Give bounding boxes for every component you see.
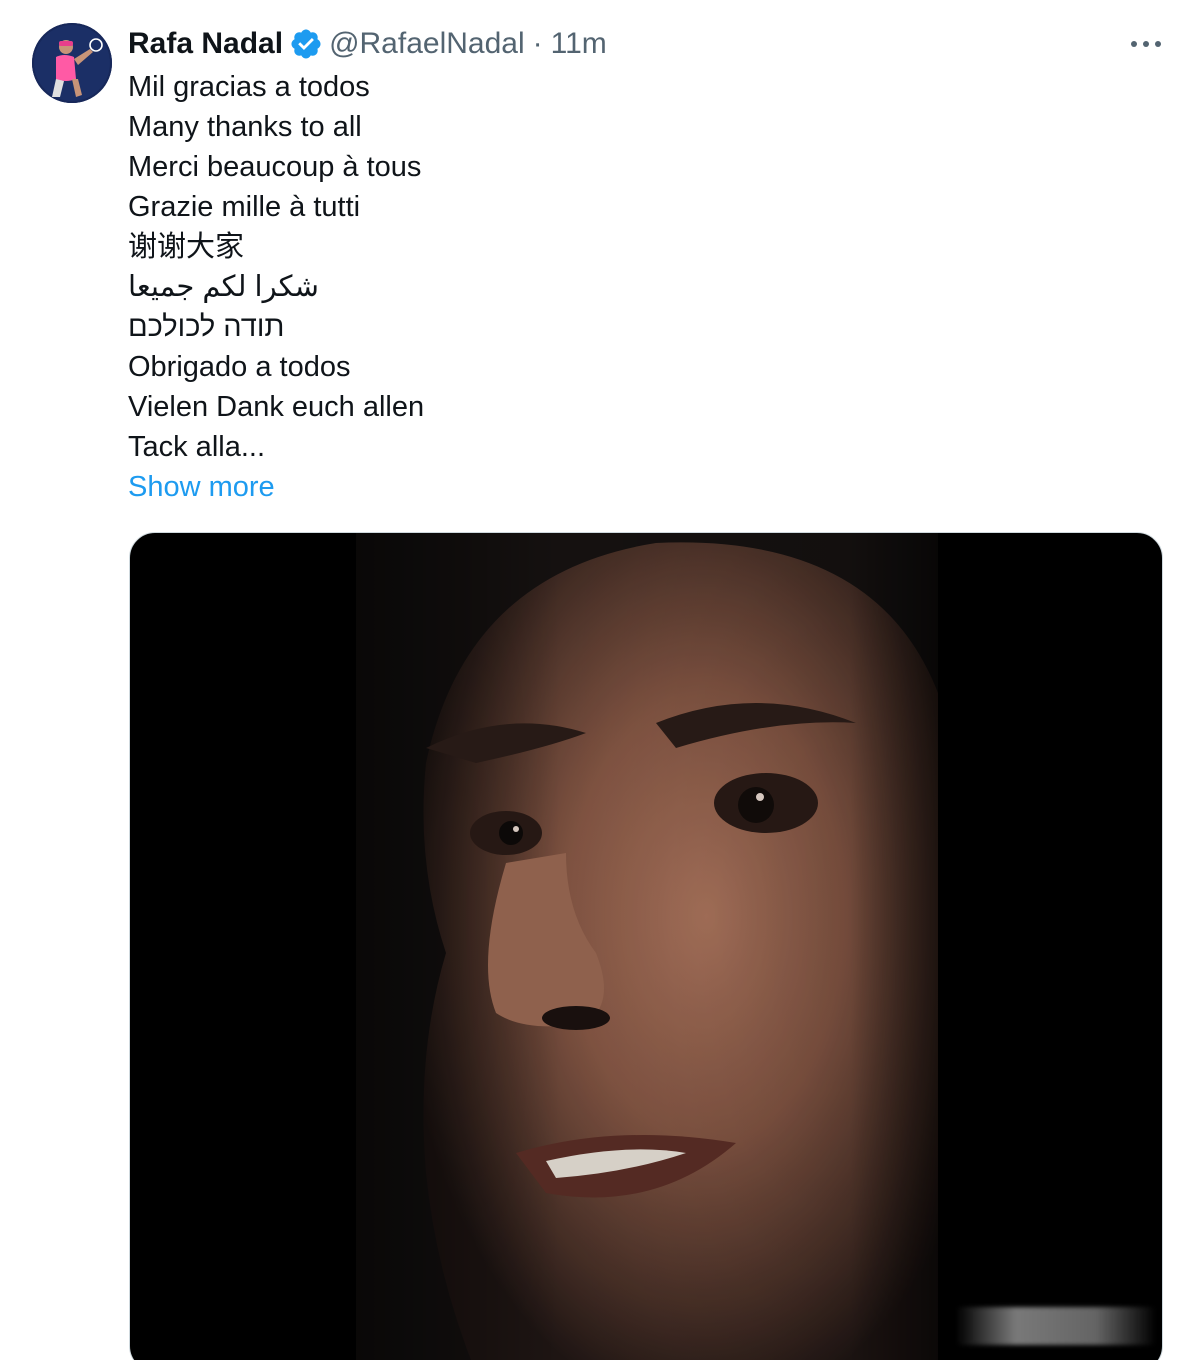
tweet-line-german: Vielen Dank euch allen (128, 391, 425, 423)
verified-badge-icon[interactable] (289, 27, 323, 61)
tweet-line-hebrew: תודה לכולכם (128, 311, 285, 343)
avatar[interactable] (32, 23, 112, 103)
video-thumbnail-portrait-icon (356, 533, 938, 1360)
video-thumbnail[interactable] (356, 533, 938, 1360)
tweet-line-portuguese: Obrigado a todos (128, 351, 351, 383)
user-handle[interactable]: @RafaelNadal (329, 24, 525, 64)
tweet-line-spanish: Mil gracias a todos (128, 71, 370, 103)
show-more-link[interactable]: Show more (128, 467, 1028, 507)
tweet-line-english: Many thanks to all (128, 111, 362, 143)
more-horizontal-icon (1131, 41, 1161, 47)
display-name[interactable]: Rafa Nadal (128, 24, 283, 64)
watermark (956, 1307, 1156, 1345)
tennis-player-avatar-icon (32, 23, 112, 103)
timestamp[interactable]: 11m (551, 24, 607, 64)
tweet-line-italian: Grazie mille à tutti (128, 191, 361, 223)
tweet-line-arabic: شكرا لكم جميعا (128, 271, 319, 303)
tweet-header: Rafa Nadal @RafaelNadal · 11m (128, 24, 607, 64)
tweet-line-french: Merci beaucoup à tous (128, 151, 422, 183)
tweet[interactable]: Rafa Nadal @RafaelNadal · 11m Mil gracia… (0, 0, 1196, 1360)
tweet-media-video[interactable] (129, 532, 1163, 1360)
separator-dot: · (532, 27, 543, 60)
tweet-text: Mil gracias a todos Many thanks to all M… (128, 67, 1028, 507)
tweet-line-swedish: Tack alla... (128, 431, 265, 463)
more-options-button[interactable] (1124, 30, 1168, 58)
tweet-line-chinese: 谢谢大家 (128, 231, 245, 263)
